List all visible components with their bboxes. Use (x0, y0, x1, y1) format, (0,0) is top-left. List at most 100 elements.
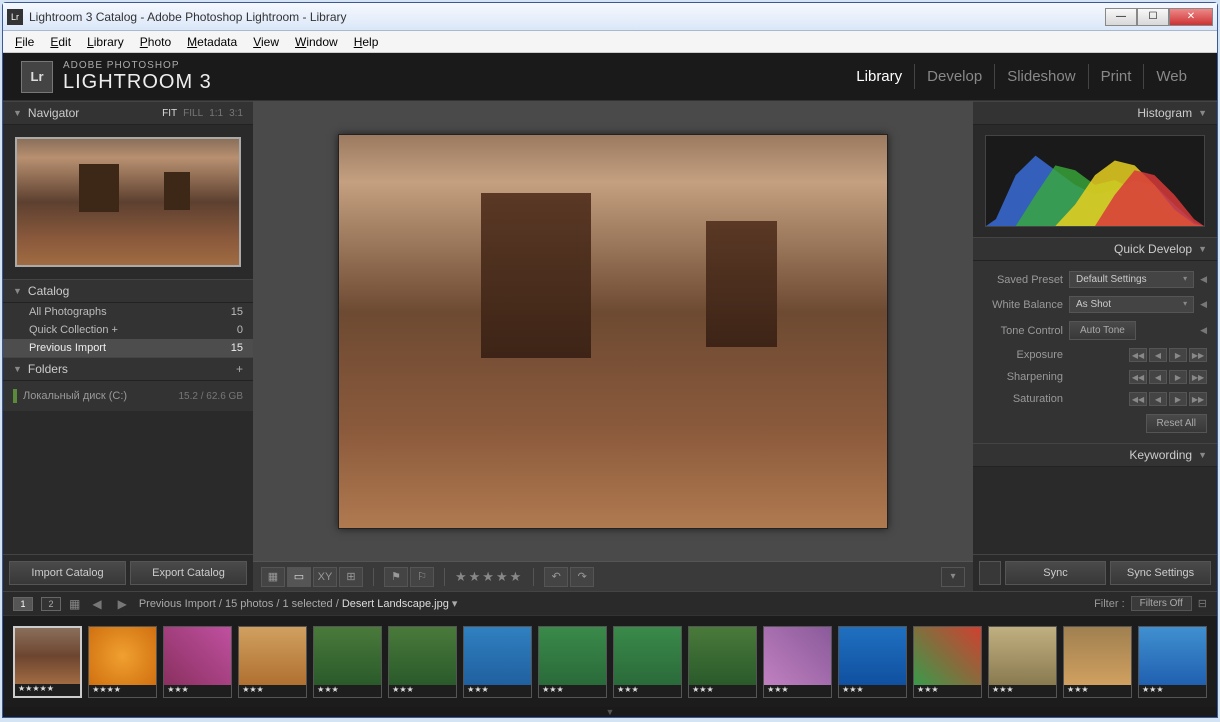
menu-file[interactable]: File (7, 33, 42, 51)
collapse-filmstrip-icon[interactable]: ▼ (3, 707, 1217, 717)
menu-view[interactable]: View (245, 33, 287, 51)
menu-help[interactable]: Help (346, 33, 387, 51)
saved-preset-select[interactable]: Default Settings▾ (1069, 271, 1194, 288)
filmstrip-thumb[interactable]: ★★★ (238, 626, 307, 698)
flag-pick-icon[interactable]: ⚑ (384, 567, 408, 587)
menu-metadata[interactable]: Metadata (179, 33, 245, 51)
module-web[interactable]: Web (1144, 64, 1199, 89)
filmstrip-thumb[interactable]: ★★★ (313, 626, 382, 698)
loupe-view-icon[interactable]: ▭ (287, 567, 311, 587)
filmstrip-thumb[interactable]: ★★★ (463, 626, 532, 698)
grid-view-icon[interactable]: ▦ (261, 567, 285, 587)
survey-view-icon[interactable]: ⊞ (339, 567, 363, 587)
grid-toggle-icon[interactable]: ▦ (69, 597, 80, 611)
module-library[interactable]: Library (844, 64, 915, 89)
filmstrip-thumb[interactable]: ★★★ (838, 626, 907, 698)
filmstrip-thumb[interactable]: ★★★ (163, 626, 232, 698)
filmstrip-thumb[interactable]: ★★★ (913, 626, 982, 698)
filter-lock-icon[interactable]: ⊟ (1198, 597, 1207, 610)
exposure-dec-button[interactable]: ◀ (1149, 348, 1167, 362)
menu-photo[interactable]: Photo (132, 33, 179, 51)
folders-title: Folders (28, 362, 236, 376)
filmstrip-thumb[interactable]: ★★★★ (88, 626, 157, 698)
nav-zoom-fit[interactable]: FIT (162, 108, 177, 119)
add-folder-icon[interactable]: + (236, 362, 243, 376)
filmstrip-thumb[interactable]: ★★★ (388, 626, 457, 698)
module-print[interactable]: Print (1089, 64, 1145, 89)
catalog-item[interactable]: Quick Collection +0 (3, 321, 253, 339)
sharpening-inc-button[interactable]: ▶ (1169, 370, 1187, 384)
nav-back-icon[interactable]: ◀ (88, 597, 105, 611)
primary-monitor-icon[interactable]: 1 (13, 597, 33, 611)
filmstrip-path[interactable]: Previous Import / 15 photos / 1 selected… (139, 597, 458, 610)
maximize-button[interactable]: ☐ (1137, 8, 1169, 26)
export-catalog-button[interactable]: Export Catalog (130, 561, 247, 585)
auto-tone-button[interactable]: Auto Tone (1069, 321, 1136, 340)
secondary-monitor-icon[interactable]: 2 (41, 597, 61, 611)
module-slideshow[interactable]: Slideshow (995, 64, 1088, 89)
rating-stars[interactable]: ★★★★★ (455, 569, 523, 585)
drive-size: 15.2 / 62.6 GB (179, 391, 244, 402)
drive-name: Локальный диск (C:) (23, 390, 127, 402)
saturation-inc2-button[interactable]: ▶▶ (1189, 392, 1207, 406)
filmstrip-thumb[interactable]: ★★★ (613, 626, 682, 698)
saturation-dec2-button[interactable]: ◀◀ (1129, 392, 1147, 406)
filmstrip-thumb[interactable]: ★★★ (763, 626, 832, 698)
rotate-ccw-icon[interactable]: ↶ (544, 567, 568, 587)
catalog-header[interactable]: ▼ Catalog (3, 279, 253, 303)
quick-develop-header[interactable]: Quick Develop ▼ (973, 237, 1217, 261)
saturation-dec-button[interactable]: ◀ (1149, 392, 1167, 406)
exposure-dec2-button[interactable]: ◀◀ (1129, 348, 1147, 362)
close-button[interactable]: ✕ (1169, 8, 1213, 26)
nav-zoom-fill[interactable]: FILL (183, 108, 203, 119)
nav-zoom-3-1[interactable]: 3:1 (229, 108, 243, 119)
sharpening-dec2-button[interactable]: ◀◀ (1129, 370, 1147, 384)
navigator-preview[interactable] (3, 125, 253, 279)
histogram-chart[interactable] (985, 135, 1205, 227)
module-develop[interactable]: Develop (915, 64, 995, 89)
filmstrip-thumb[interactable]: ★★★ (1063, 626, 1132, 698)
toolbar-menu-icon[interactable]: ▾ (941, 567, 965, 587)
menu-library[interactable]: Library (79, 33, 132, 51)
menu-window[interactable]: Window (287, 33, 346, 51)
exposure-inc2-button[interactable]: ▶▶ (1189, 348, 1207, 362)
sharpening-dec-button[interactable]: ◀ (1149, 370, 1167, 384)
filter-select[interactable]: Filters Off (1131, 596, 1192, 611)
catalog-title: Catalog (28, 284, 243, 298)
compare-view-icon[interactable]: XY (313, 567, 337, 587)
navigator-header[interactable]: ▼ Navigator FITFILL1:13:1 (3, 101, 253, 125)
folders-header[interactable]: ▼ Folders + (3, 357, 253, 381)
sync-button[interactable]: Sync (1005, 561, 1106, 585)
filmstrip-thumb[interactable]: ★★★★★ (13, 626, 82, 698)
nav-zoom-1-1[interactable]: 1:1 (209, 108, 223, 119)
exposure-inc-button[interactable]: ▶ (1169, 348, 1187, 362)
sync-toggle[interactable] (979, 561, 1001, 585)
saturation-inc-button[interactable]: ▶ (1169, 392, 1187, 406)
preview-area[interactable] (253, 101, 973, 561)
filmstrip-thumb[interactable]: ★★★ (538, 626, 607, 698)
rotate-cw-icon[interactable]: ↷ (570, 567, 594, 587)
catalog-item[interactable]: Previous Import15 (3, 339, 253, 357)
filmstrip-thumb[interactable]: ★★★ (988, 626, 1057, 698)
disclosure-icon[interactable]: ◀ (1200, 299, 1207, 310)
filmstrip-thumb[interactable]: ★★★ (688, 626, 757, 698)
menu-edit[interactable]: Edit (42, 33, 79, 51)
sync-settings-button[interactable]: Sync Settings (1110, 561, 1211, 585)
filmstrip[interactable]: ★★★★★★★★★★★★★★★★★★★★★★★★★★★★★★★★★★★★★★★★… (3, 615, 1217, 707)
sharpening-inc2-button[interactable]: ▶▶ (1189, 370, 1207, 384)
nav-forward-icon[interactable]: ▶ (114, 597, 131, 611)
disclosure-icon[interactable]: ◀ (1200, 325, 1207, 336)
minimize-button[interactable]: — (1105, 8, 1137, 26)
import-catalog-button[interactable]: Import Catalog (9, 561, 126, 585)
disclosure-icon[interactable]: ◀ (1200, 274, 1207, 285)
keywording-header[interactable]: Keywording ▼ (973, 443, 1217, 467)
reset-all-button[interactable]: Reset All (1146, 414, 1207, 433)
white-balance-select[interactable]: As Shot▾ (1069, 296, 1194, 313)
center-toolbar: ▦ ▭ XY ⊞ ⚑ ⚐ ★★★★★ ↶ ↷ (253, 561, 973, 591)
histogram-header[interactable]: Histogram ▼ (973, 101, 1217, 125)
filmstrip-thumb[interactable]: ★★★ (1138, 626, 1207, 698)
catalog-item[interactable]: All Photographs15 (3, 303, 253, 321)
flag-reject-icon[interactable]: ⚐ (410, 567, 434, 587)
drive-row[interactable]: Локальный диск (C:) 15.2 / 62.6 GB (13, 385, 243, 407)
tone-control-label: Tone Control (983, 325, 1063, 337)
